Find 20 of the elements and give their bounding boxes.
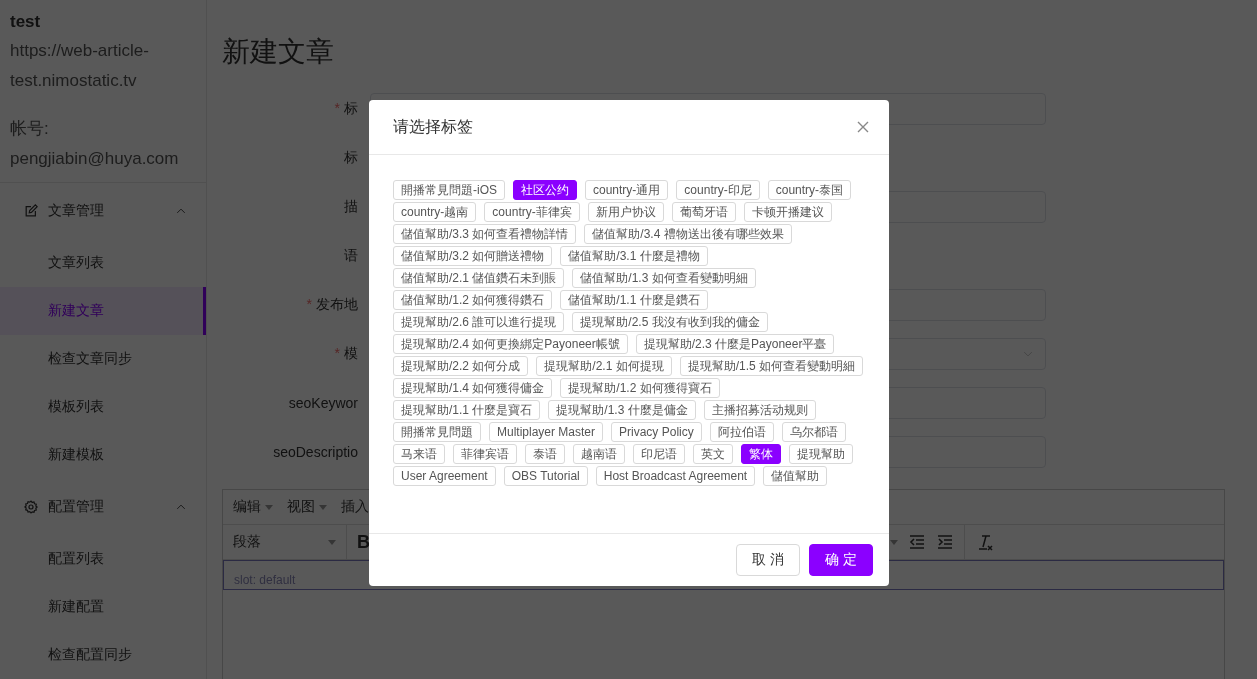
field-label: 模: [344, 344, 358, 361]
menu-group-label: 文章管理: [48, 202, 105, 220]
page-title: 新建文章: [222, 35, 334, 69]
required-mark: *: [334, 99, 340, 116]
field-label: seoKeywor: [288, 394, 358, 411]
account-email: pengjiabin@huya.com: [10, 148, 180, 170]
format-value: 段落: [233, 533, 261, 551]
account-label: 帐号:: [10, 118, 50, 140]
field-label: 语: [344, 246, 358, 263]
field-label: seoDescriptio: [273, 443, 358, 460]
site-url: https://web-article-test.nimostatic.tv: [10, 40, 150, 92]
field-label: 描: [344, 197, 358, 214]
dialog-title: 请选择标签: [393, 116, 473, 137]
required-mark: *: [306, 295, 312, 312]
field-label: 发布地: [316, 295, 358, 312]
site-name: test: [10, 12, 42, 32]
field-label: 标: [344, 148, 358, 165]
menu-group-label: 配置管理: [48, 498, 105, 516]
field-label: 标: [344, 99, 358, 116]
required-mark: *: [334, 344, 340, 361]
